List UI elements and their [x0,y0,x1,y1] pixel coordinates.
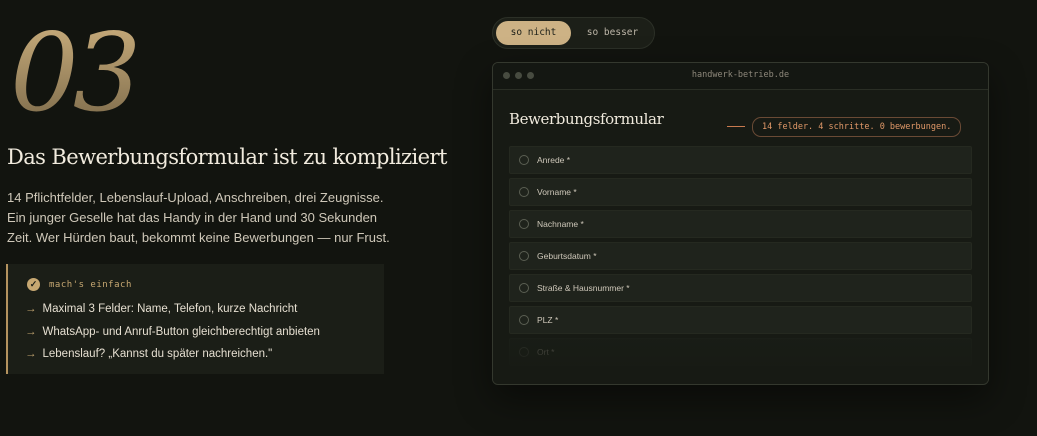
warning-line [727,126,745,127]
radio-icon [519,219,529,229]
tip-box: ✓ mach's einfach → Maximal 3 Felder: Name… [6,264,384,374]
form-field-geburtsdatum[interactable]: Geburtsdatum * [509,242,972,270]
radio-icon [519,155,529,165]
tip-item: → Lebenslauf? „Kannst du später nachreich… [25,348,273,361]
arrow-right-icon: → [25,325,37,338]
section-number: 03 [10,11,141,136]
section-title: Das Bewerbungsformular ist zu komplizier… [7,145,447,169]
radio-icon [519,251,529,261]
tip-header: ✓ mach's einfach [27,278,132,291]
toggle-so-besser[interactable]: so besser [573,21,652,45]
check-icon: ✓ [27,278,40,291]
browser-url: handwerk-betrieb.de [691,70,790,80]
browser-mockup: handwerk-betrieb.de Bewerbungsformular 1… [492,62,989,385]
tip-item: → Maximal 3 Felder: Name, Telefon, kurze … [25,303,298,316]
form-field-ort[interactable]: Ort * [509,338,972,366]
warning-badge: 14 felder. 4 schritte. 0 bewerbungen. [752,117,962,137]
comparison-toggle: so nicht so besser [492,17,655,49]
form-field-nachname[interactable]: Nachname * [509,210,972,238]
radio-icon [519,283,529,293]
form-field-vorname[interactable]: Vorname * [509,178,972,206]
form-field-plz[interactable]: PLZ * [509,306,972,334]
arrow-right-icon: → [25,303,37,316]
tip-label: mach's einfach [49,279,132,290]
radio-icon [519,315,529,325]
form-title: Bewerbungsformular [509,110,664,128]
radio-icon [519,347,529,357]
section-description: 14 Pflichtfelder, Lebenslauf-Upload, Ans… [7,190,390,245]
tip-item: → WhatsApp- und Anruf-Button gleichberech… [25,325,320,338]
browser-chrome: handwerk-betrieb.de [493,63,988,90]
form-fields: Anrede * Vorname * Nachname * Geburtsdat… [509,146,972,370]
toggle-so-nicht[interactable]: so nicht [496,21,571,45]
tip-list: → Maximal 3 Felder: Name, Telefon, kurze … [25,298,320,366]
form-field-anrede[interactable]: Anrede * [509,146,972,174]
arrow-right-icon: → [25,348,37,361]
form-field-strasse[interactable]: Straße & Hausnummer * [509,274,972,302]
radio-icon [519,187,529,197]
